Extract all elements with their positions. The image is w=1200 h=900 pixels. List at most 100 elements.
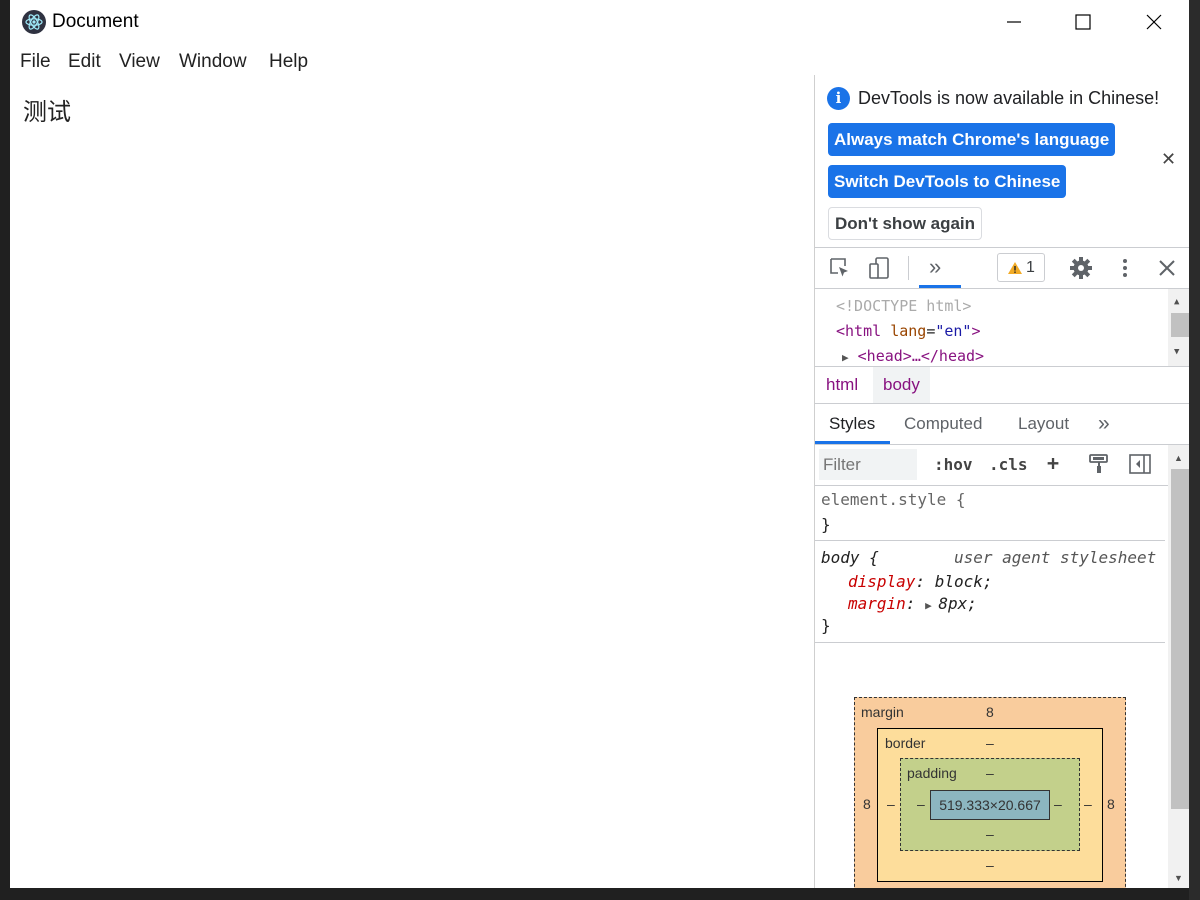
padding-right-value[interactable]: – — [1054, 796, 1062, 812]
toolbar-divider — [908, 256, 909, 280]
border-top-value[interactable]: – — [986, 735, 994, 751]
inspect-element-icon[interactable] — [828, 256, 852, 280]
paint-roller-icon[interactable] — [1088, 453, 1110, 475]
expand-margin-icon[interactable]: ▶ — [925, 599, 938, 612]
infobar-message: DevTools is now available in Chinese! — [858, 88, 1160, 108]
elements-scroll-thumb[interactable] — [1171, 313, 1189, 337]
html-node[interactable]: <html lang="en"> — [836, 322, 981, 340]
close-devtools-icon[interactable] — [1155, 256, 1179, 280]
styles-filter-bar: :hov .cls + — [815, 445, 1189, 486]
styles-filter-input[interactable] — [819, 449, 917, 480]
padding-bottom-value[interactable]: – — [986, 826, 994, 842]
expand-triangle-icon[interactable]: ▶ — [842, 351, 849, 364]
maximize-icon — [1075, 14, 1091, 30]
margin-top-value[interactable]: 8 — [986, 704, 994, 720]
padding-top-value[interactable]: – — [986, 765, 994, 781]
toggle-sidebar-icon[interactable] — [1129, 454, 1151, 474]
prop-margin[interactable]: margin: ▶ 8px; — [848, 594, 977, 613]
cls-toggle[interactable]: .cls — [989, 455, 1028, 474]
scroll-up-icon[interactable]: ▲ — [1174, 297, 1179, 307]
rule-separator — [815, 540, 1165, 541]
warning-icon — [1008, 261, 1023, 274]
menu-bar: File Edit View Window Help — [10, 44, 810, 78]
device-toolbar-icon[interactable] — [868, 256, 892, 280]
sidebar-tabs: Styles Computed Layout » — [815, 404, 1189, 445]
head-node[interactable]: ▶ <head>…</head> — [842, 347, 984, 365]
info-icon: i — [827, 87, 850, 110]
title-bar[interactable]: Document — [10, 0, 1189, 44]
new-style-rule-icon[interactable]: + — [1047, 451, 1059, 475]
elements-tree: <!DOCTYPE html> <html lang="en"> ▶ <head… — [815, 289, 1189, 367]
dont-show-again-button[interactable]: Don't show again — [828, 207, 983, 240]
breadcrumb-body[interactable]: body — [873, 367, 930, 403]
window-title: Document — [52, 11, 139, 32]
menu-edit[interactable]: Edit — [68, 51, 101, 73]
padding-left-value[interactable]: – — [917, 796, 925, 812]
scroll-down-icon[interactable]: ▼ — [1174, 347, 1179, 357]
minimize-button[interactable] — [979, 0, 1049, 44]
more-panels-icon[interactable]: » — [929, 254, 941, 280]
rule-source: user agent stylesheet — [954, 548, 1157, 567]
devtools-toolbar: » 1 — [815, 248, 1189, 289]
more-tabs-icon[interactable]: » — [1098, 404, 1110, 444]
scroll-down-icon[interactable]: ▼ — [1174, 873, 1183, 883]
prop-margin-value: 8px; — [938, 594, 977, 613]
border-right-value[interactable]: – — [1084, 796, 1092, 812]
prop-display[interactable]: display: block; — [848, 572, 993, 591]
background-window-edge — [1189, 0, 1200, 900]
breadcrumb: html body — [815, 367, 1189, 404]
active-panel-indicator — [919, 285, 961, 288]
tab-layout[interactable]: Layout — [1018, 404, 1069, 444]
border-label: border — [885, 735, 926, 751]
box-model-content-size[interactable]: 519.333×20.667 — [930, 790, 1050, 820]
devtools-panel: i DevTools is now available in Chinese! … — [814, 75, 1189, 888]
element-style-selector[interactable]: element.style { — [821, 490, 966, 509]
menu-view[interactable]: View — [119, 51, 160, 73]
tab-computed[interactable]: Computed — [904, 404, 982, 444]
warnings-count: 1 — [1026, 258, 1035, 276]
warnings-badge[interactable]: 1 — [997, 253, 1045, 282]
more-options-icon[interactable] — [1113, 256, 1137, 280]
styles-pane: element.style { } body { user agent styl… — [815, 486, 1165, 888]
tab-styles[interactable]: Styles — [829, 404, 875, 444]
body-rule-selector[interactable]: body { — [821, 548, 879, 567]
box-model-diagram: margin 8 8 8 border – – – – padding – – … — [815, 643, 1165, 888]
body-rule-close: } — [821, 616, 831, 635]
html-tag: html — [845, 322, 882, 340]
elements-scrollbar[interactable]: ▲ ▼ — [1168, 289, 1189, 366]
element-style-close: } — [821, 515, 831, 534]
switch-to-chinese-button[interactable]: Switch DevTools to Chinese — [828, 165, 1067, 198]
styles-scroll-thumb[interactable] — [1171, 469, 1189, 809]
doctype-node[interactable]: <!DOCTYPE html> — [836, 297, 971, 315]
app-window: Document File Edit View Window Help 测试 i… — [10, 0, 1189, 888]
menu-window[interactable]: Window — [179, 51, 247, 73]
minimize-icon — [1007, 21, 1021, 23]
always-match-language-button[interactable]: Always match Chrome's language — [828, 123, 1116, 156]
border-bottom-value[interactable]: – — [986, 857, 994, 873]
page-text: 测试 — [23, 98, 71, 126]
styles-scrollbar[interactable]: ▲ ▼ — [1168, 445, 1189, 888]
padding-label: padding — [907, 765, 957, 781]
border-left-value[interactable]: – — [887, 796, 895, 812]
active-tab-indicator — [815, 441, 890, 444]
menu-help[interactable]: Help — [269, 51, 308, 73]
page-content: 测试 — [10, 78, 814, 888]
menu-file[interactable]: File — [20, 51, 51, 73]
electron-app-icon — [22, 10, 46, 34]
margin-right-value[interactable]: 8 — [1107, 796, 1115, 812]
hov-toggle[interactable]: :hov — [934, 455, 973, 474]
settings-gear-icon[interactable] — [1069, 256, 1093, 280]
infobar-close-icon[interactable]: ✕ — [1161, 149, 1176, 170]
language-infobar: i DevTools is now available in Chinese! … — [815, 75, 1189, 248]
prop-display-name: display — [848, 572, 916, 591]
breadcrumb-html[interactable]: html — [816, 367, 868, 403]
maximize-button[interactable] — [1048, 0, 1118, 44]
margin-label: margin — [861, 704, 904, 720]
prop-margin-name: margin — [848, 594, 906, 613]
html-attr-value: "en" — [935, 322, 972, 340]
close-icon — [1146, 14, 1162, 30]
close-button[interactable] — [1119, 0, 1189, 44]
margin-left-value[interactable]: 8 — [863, 796, 871, 812]
scroll-up-icon[interactable]: ▲ — [1174, 453, 1183, 463]
html-attr-name: lang — [890, 322, 927, 340]
